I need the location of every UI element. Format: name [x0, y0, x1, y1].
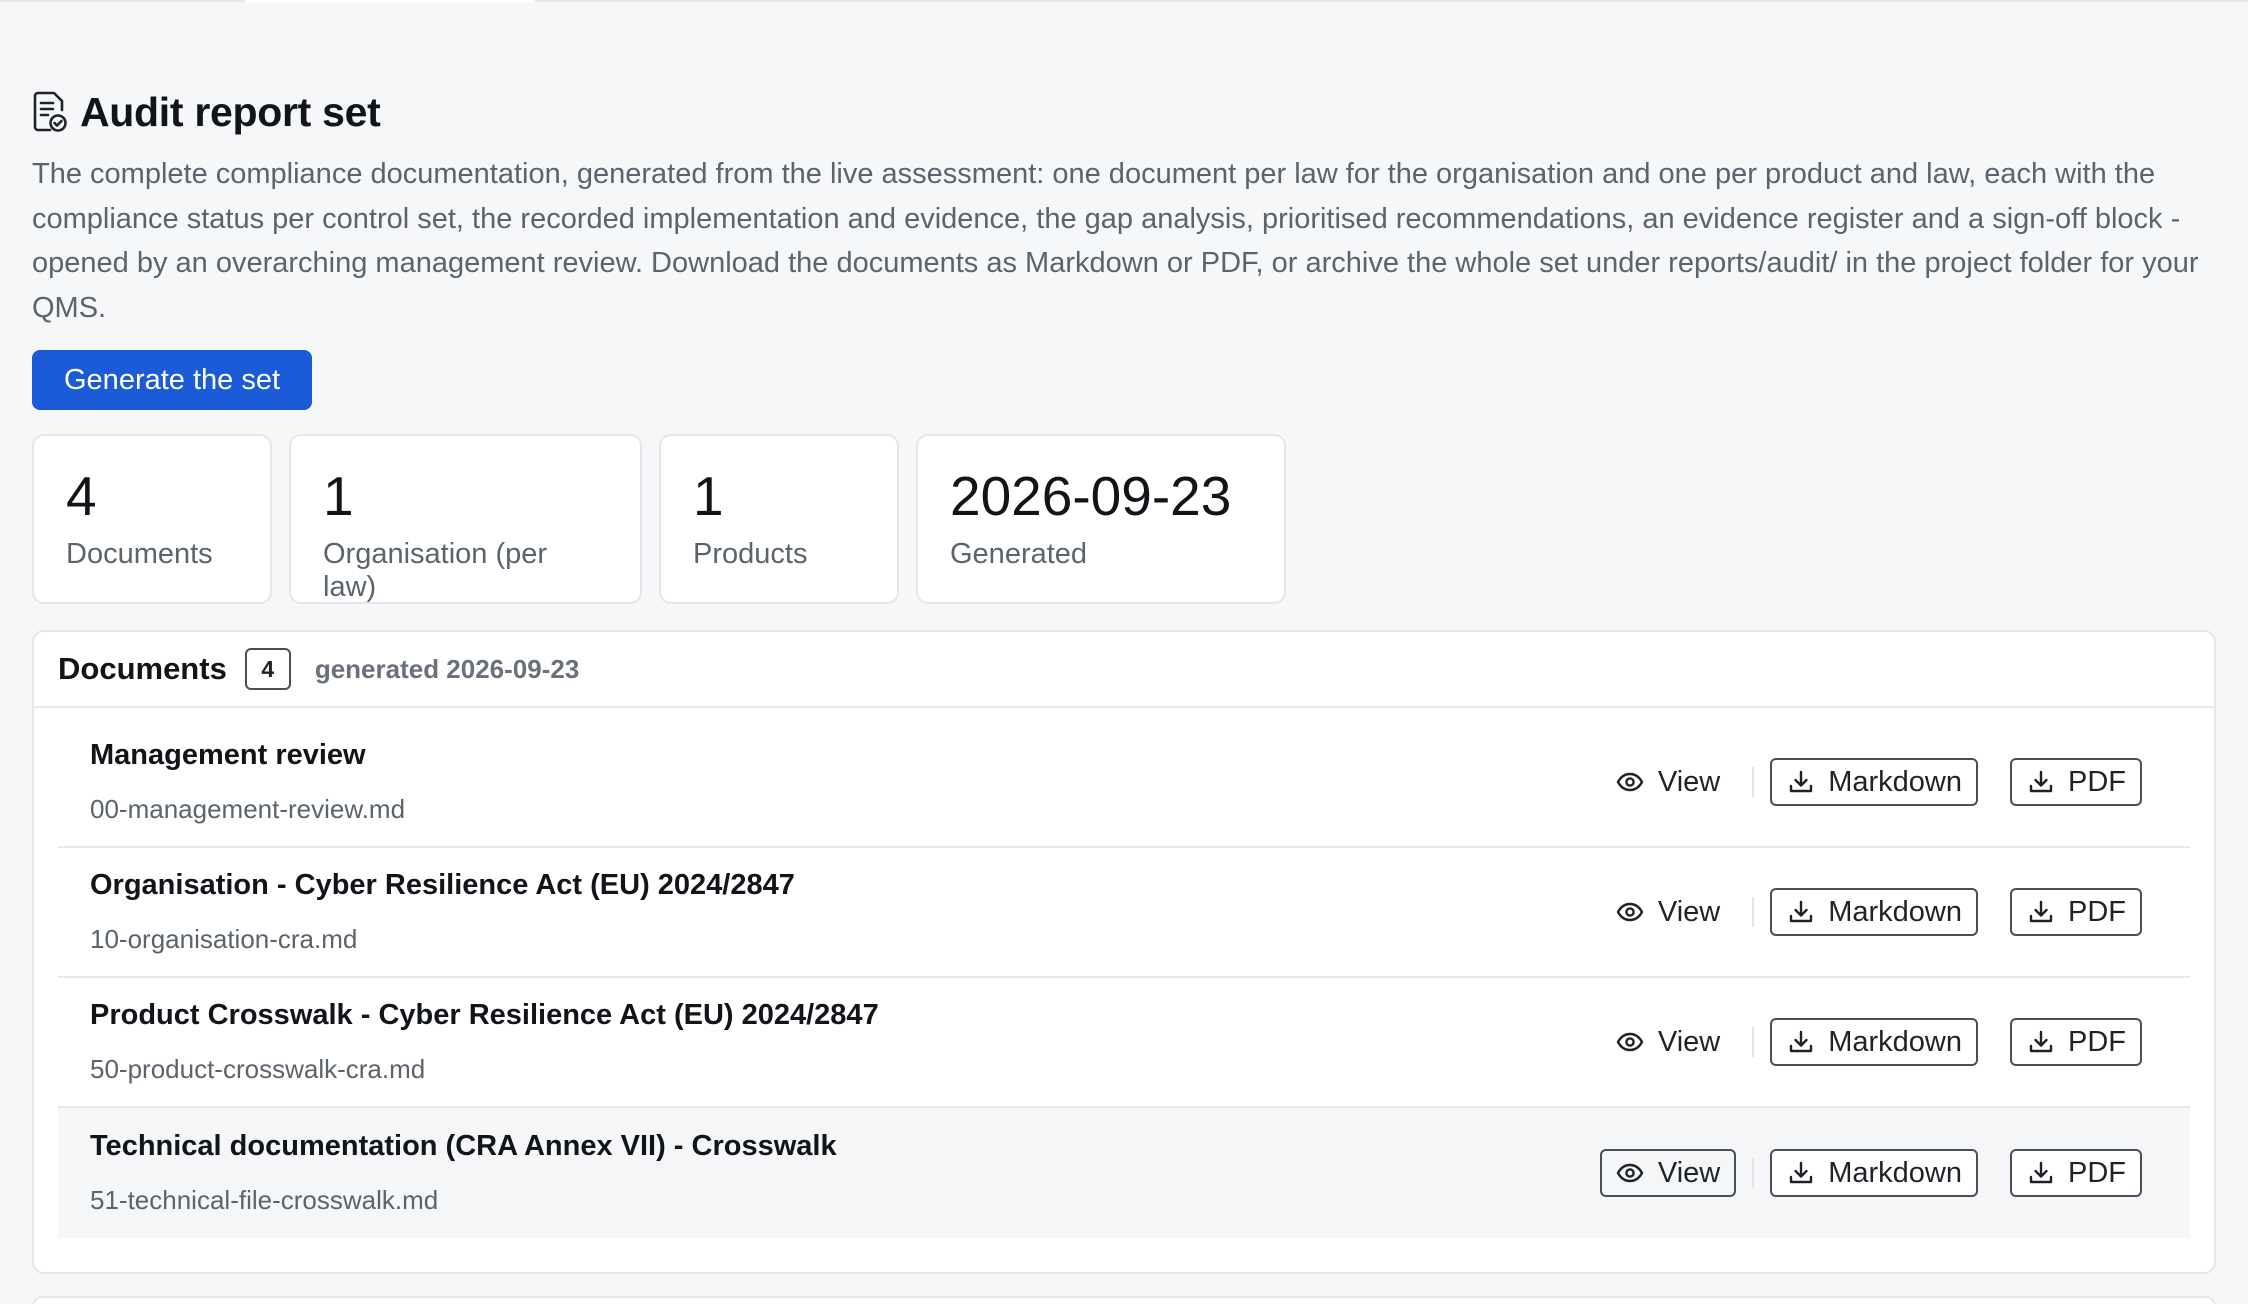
download-markdown-button[interactable]: Markdown — [1770, 1149, 1978, 1197]
view-button[interactable]: View — [1600, 1018, 1736, 1066]
audit-report-page: Audit report set The complete compliance… — [32, 82, 2216, 1274]
document-filename: 00-management-review.md — [90, 794, 406, 824]
eye-icon — [1616, 772, 1644, 792]
document-actions: View Markdown PDF — [1600, 1018, 2142, 1066]
table-row: Organisation - Cyber Resilience Act (EU)… — [58, 848, 2190, 978]
documents-generated-meta: generated 2026-09-23 — [314, 653, 580, 684]
documents-card: Documents 4 generated 2026-09-23 Managem… — [32, 630, 2216, 1274]
download-pdf-button[interactable]: PDF — [2010, 758, 2142, 806]
download-pdf-button[interactable]: PDF — [2010, 1018, 2142, 1066]
active-tab-indicator — [245, 0, 535, 2]
markdown-label: Markdown — [1828, 895, 1962, 928]
document-info: Organisation - Cyber Resilience Act (EU)… — [90, 869, 795, 955]
stat-value: 1 — [323, 465, 354, 527]
action-separator — [1752, 767, 1755, 797]
download-pdf-button[interactable]: PDF — [2010, 1149, 2142, 1197]
table-row: Management review 00-management-review.m… — [58, 718, 2190, 848]
document-filename: 51-technical-file-crosswalk.md — [90, 1185, 439, 1215]
download-icon — [2029, 1161, 2053, 1184]
generate-set-button[interactable]: Generate the set — [32, 350, 313, 410]
document-actions: View Markdown PDF — [1600, 888, 2142, 936]
view-label: View — [1657, 765, 1721, 798]
download-markdown-button[interactable]: Markdown — [1770, 888, 1978, 936]
stat-label: Generated — [950, 538, 1088, 570]
view-button[interactable]: View — [1599, 1149, 1737, 1197]
markdown-label: Markdown — [1828, 1025, 1962, 1058]
download-icon — [1790, 1161, 1813, 1184]
table-row: Technical documentation (CRA Annex VII) … — [58, 1108, 2190, 1238]
pdf-label: PDF — [2068, 895, 2126, 928]
document-title: Organisation - Cyber Resilience Act (EU)… — [90, 869, 795, 901]
stat-label: Documents — [66, 538, 213, 570]
documents-title: Documents — [58, 651, 227, 686]
download-icon — [2029, 1030, 2053, 1053]
document-title: Management review — [90, 739, 366, 771]
page-title: Audit report set — [80, 88, 381, 135]
view-label: View — [1657, 895, 1721, 928]
pdf-label: PDF — [2068, 1156, 2126, 1189]
stat-organisation: 1 Organisation (per law) — [289, 434, 642, 604]
view-label: View — [1657, 1025, 1721, 1058]
eye-icon — [1616, 1163, 1644, 1183]
view-button[interactable]: View — [1600, 888, 1736, 936]
stat-value: 4 — [66, 465, 97, 527]
top-divider — [0, 0, 2248, 2]
document-actions: View Markdown PDF — [1599, 1149, 2142, 1197]
section-header: Audit report set — [32, 82, 2216, 142]
download-icon — [2029, 770, 2053, 793]
table-row: Product Crosswalk - Cyber Resilience Act… — [58, 978, 2190, 1108]
document-info: Management review 00-management-review.m… — [90, 739, 405, 825]
document-title: Product Crosswalk - Cyber Resilience Act… — [90, 999, 879, 1031]
stat-documents: 4 Documents — [32, 434, 272, 604]
eye-icon — [1616, 902, 1644, 922]
documents-card-header: Documents 4 generated 2026-09-23 — [34, 632, 2214, 708]
document-filename: 10-organisation-cra.md — [90, 924, 358, 954]
download-icon — [1790, 900, 1813, 923]
document-info: Technical documentation (CRA Annex VII) … — [90, 1130, 837, 1216]
document-title: Technical documentation (CRA Annex VII) … — [90, 1130, 837, 1162]
markdown-label: Markdown — [1828, 765, 1962, 798]
pdf-label: PDF — [2068, 765, 2126, 798]
document-filename: 50-product-crosswalk-cra.md — [90, 1054, 426, 1084]
stat-label: Products — [693, 538, 808, 570]
stat-value: 1 — [693, 465, 724, 527]
document-info: Product Crosswalk - Cyber Resilience Act… — [90, 999, 879, 1085]
report-check-icon — [32, 90, 72, 134]
pdf-label: PDF — [2068, 1025, 2126, 1058]
download-markdown-button[interactable]: Markdown — [1770, 758, 1978, 806]
action-separator — [1752, 1158, 1755, 1188]
document-actions: View Markdown PDF — [1600, 758, 2142, 806]
stat-products: 1 Products — [659, 434, 899, 604]
action-separator — [1752, 1027, 1755, 1057]
documents-count-badge: 4 — [244, 648, 291, 690]
page-description: The complete compliance documentation, g… — [32, 158, 2199, 324]
action-separator — [1752, 897, 1755, 927]
stats-row: 4 Documents 1 Organisation (per law) 1 P… — [32, 434, 2216, 604]
eye-icon — [1616, 1032, 1644, 1052]
stat-value: 2026-09-23 — [950, 465, 1232, 527]
download-markdown-button[interactable]: Markdown — [1770, 1018, 1978, 1066]
documents-list: Management review 00-management-review.m… — [34, 708, 2214, 1238]
download-icon — [1790, 1030, 1813, 1053]
download-icon — [2029, 900, 2053, 923]
view-button[interactable]: View — [1600, 758, 1736, 806]
stat-label: Organisation (per law) — [323, 538, 548, 603]
next-card-edge — [32, 1296, 2216, 1304]
download-icon — [1790, 770, 1813, 793]
stat-generated: 2026-09-23 Generated — [916, 434, 1286, 604]
markdown-label: Markdown — [1828, 1156, 1962, 1189]
download-pdf-button[interactable]: PDF — [2010, 888, 2142, 936]
view-label: View — [1657, 1156, 1721, 1189]
